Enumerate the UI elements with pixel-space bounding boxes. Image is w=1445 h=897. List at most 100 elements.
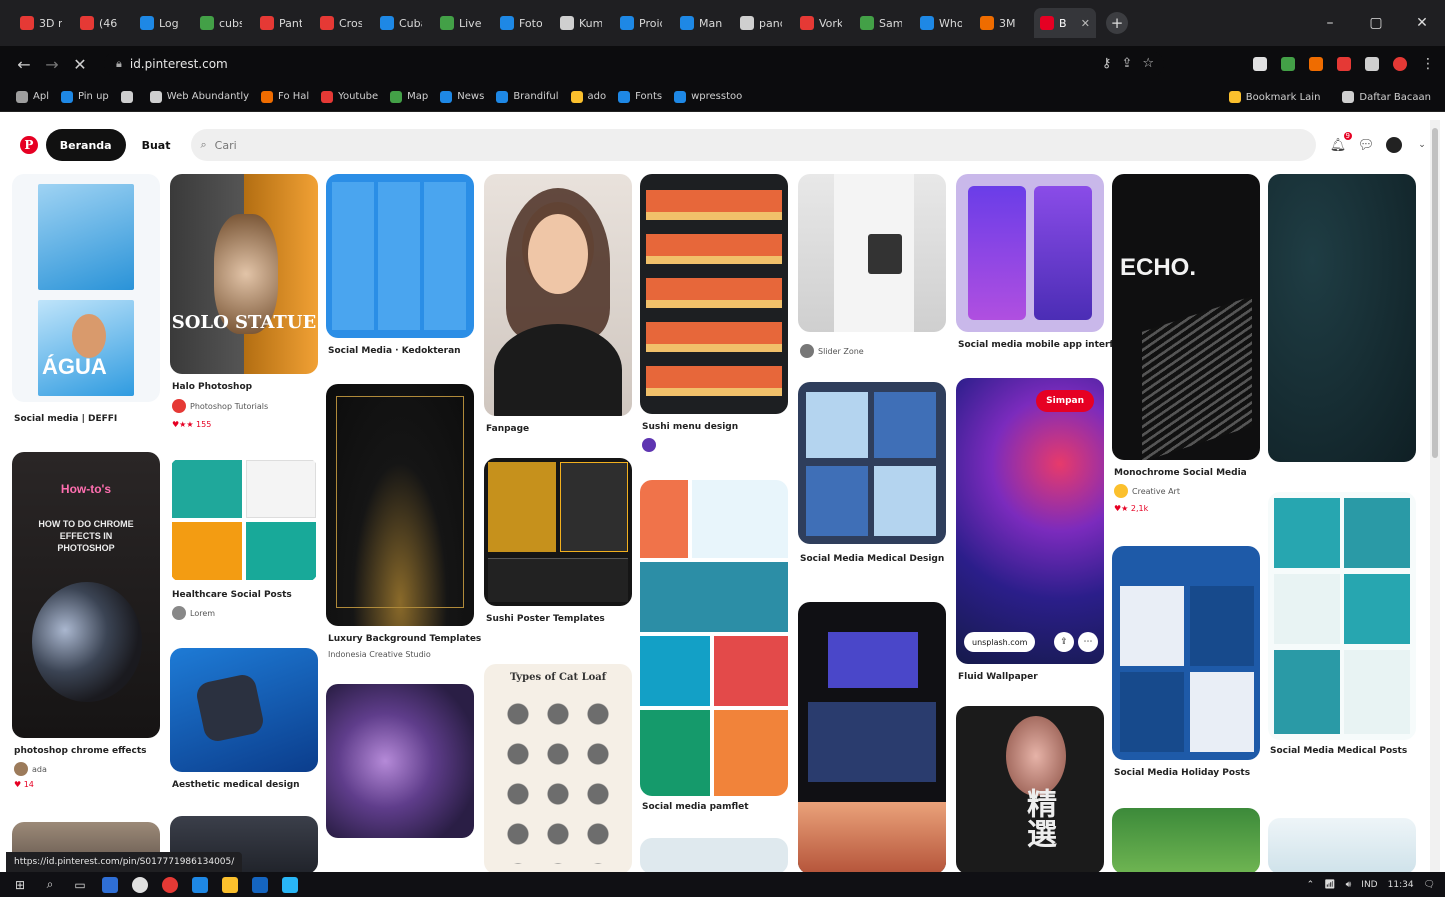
pin-card[interactable]: Aesthetic medical design [170,648,318,798]
pin-card[interactable]: Fanpage [484,174,632,436]
bookmark-item[interactable]: Web Abundantly [149,90,249,103]
task-view-icon[interactable]: ▭ [72,877,88,893]
chevron-up-icon[interactable]: ⌃ [1307,880,1315,890]
forward-icon[interactable]: → [38,50,66,78]
browser-tab[interactable]: Cros [314,8,368,38]
browser-tab[interactable]: pandi [734,8,788,38]
volume-icon[interactable]: 🔊︎ [1346,880,1352,890]
pin-card[interactable]: Simpan unsplash.com ⇪ ⋯ Fluid Wallpaper [956,378,1104,684]
browser-tab[interactable]: Samp [854,8,908,38]
pin-card[interactable]: Social Media Holiday Posts [1112,546,1260,780]
windows-start-icon[interactable]: ⊞ [12,877,28,893]
browser-tab[interactable]: 3M [974,8,1028,38]
more-options-icon[interactable]: ⋯ [1078,632,1098,652]
puzzle-icon[interactable] [1365,57,1379,71]
browser-tab[interactable]: Kum [554,8,608,38]
address-bar[interactable]: 🔒︎ id.pinterest.com ⚷ ⇪ ☆ [104,51,1164,77]
minimize-icon[interactable]: – [1307,15,1353,31]
pin-card[interactable]: Healthcare Social Posts Lorem [170,458,318,628]
pin-card[interactable] [1268,818,1416,874]
create-button[interactable]: Buat [132,129,181,161]
keyboard-language[interactable]: IND [1361,880,1377,890]
pin-card[interactable]: Social media mobile app interface [956,174,1131,362]
pin-card[interactable]: 精選 [956,706,1104,874]
browser-tab[interactable]: Cuba [374,8,428,38]
scrollbar-thumb[interactable] [1432,128,1438,458]
browser-tab[interactable]: (46 [74,8,128,38]
pin-card[interactable]: Slider Zone [798,174,946,366]
pin-card[interactable] [1112,808,1260,874]
clock-time[interactable]: 11:34 [1388,880,1414,890]
browser-tab[interactable]: 3D r [14,8,68,38]
browser-tab[interactable]: Man [674,8,728,38]
bookmark-item[interactable]: Pin up [60,90,109,103]
search-input[interactable]: ⌕ Cari [190,129,1316,161]
file-explorer-icon[interactable] [222,876,238,893]
pin-card[interactable]: ÁGUA Social media | DEFFI [12,174,160,434]
app-icon[interactable] [192,876,208,893]
notifications-icon[interactable]: 🔔︎ 9 [1330,132,1352,153]
stop-loading-icon[interactable]: ✕ [66,50,94,78]
bookmark-item[interactable]: ado [570,90,606,103]
tab-close-icon[interactable]: ✕ [1081,17,1090,30]
pin-card[interactable]: Social Media Medical Design [798,382,946,586]
back-icon[interactable]: ← [10,50,38,78]
source-link-chip[interactable]: unsplash.com [964,632,1036,652]
extension-icon[interactable] [1281,57,1295,71]
pin-card[interactable]: Types of Cat Loaf [484,664,632,874]
maximize-icon[interactable]: ▢ [1353,15,1399,31]
close-window-icon[interactable]: ✕ [1399,15,1445,31]
pin-card[interactable]: Sushi menu design [640,174,788,452]
notification-center-icon[interactable]: 🗨︎ [1424,880,1435,890]
chrome-icon[interactable] [162,876,178,893]
pin-card[interactable]: ECHO. Monochrome Social Media Creative A… [1112,174,1260,534]
reading-list[interactable]: Daftar Bacaan [1342,91,1431,103]
browser-tab[interactable]: Log I [134,8,188,38]
profile-avatar-icon[interactable] [1393,57,1407,71]
pin-card[interactable]: Sushi Poster Templates [484,458,632,648]
bookmark-item[interactable]: Fonts [618,90,662,103]
bookmark-item[interactable]: Youtube [321,90,378,103]
browser-tab[interactable]: Pant [254,8,308,38]
browser-tab[interactable]: Vork [794,8,848,38]
browser-tab-active[interactable]: B ✕ [1034,8,1096,38]
app-icon[interactable] [252,876,268,893]
extension-icon[interactable] [1253,57,1267,71]
new-tab-button[interactable]: + [1106,12,1128,34]
share-icon[interactable]: ⇪ [1121,56,1132,71]
save-button[interactable]: Simpan [1036,390,1094,412]
pinterest-logo-icon[interactable]: P [20,136,38,154]
messages-icon[interactable]: 💬︎ [1358,137,1375,153]
kebab-menu-icon[interactable]: ⋮ [1421,56,1435,72]
app-icon[interactable] [132,876,148,893]
user-avatar[interactable] [1386,137,1402,153]
pin-card[interactable]: Social Media Medical Posts [1268,492,1416,796]
star-icon[interactable]: ☆ [1142,56,1154,71]
chevron-down-icon[interactable]: ⌄ [1414,137,1430,153]
pin-card[interactable] [640,838,788,874]
browser-tab[interactable]: Who [914,8,968,38]
app-icon[interactable] [282,876,298,893]
browser-tab[interactable]: cubs [194,8,248,38]
home-button[interactable]: Beranda [45,129,126,161]
browser-tab[interactable]: Foto [494,8,548,38]
other-bookmarks[interactable]: Bookmark Lain [1228,91,1320,103]
bookmark-item[interactable] [120,90,138,103]
bookmark-item[interactable]: Fo Hal [261,90,309,103]
pin-card[interactable] [798,602,946,874]
bookmark-item[interactable]: News [440,90,484,103]
bookmark-item[interactable]: wpresstoo [674,90,742,103]
page-scrollbar[interactable] [1430,120,1440,872]
extension-icon[interactable] [1337,57,1351,71]
extension-icon[interactable] [1309,57,1323,71]
bookmark-item[interactable]: Map [390,90,428,103]
bookmark-item[interactable]: Brandiful [496,90,559,103]
network-icon[interactable]: 📶︎ [1324,880,1335,890]
app-icon[interactable] [102,876,118,893]
browser-tab[interactable]: Live [434,8,488,38]
pin-card[interactable]: How-to's HOW TO DO CHROME EFFECTS IN PHO… [12,452,160,792]
pin-card[interactable]: Luxury Background Templates Indonesia Cr… [326,384,481,666]
pin-card[interactable] [326,684,474,844]
bookmark-item[interactable]: Apl [16,90,49,103]
key-icon[interactable]: ⚷ [1102,56,1112,71]
